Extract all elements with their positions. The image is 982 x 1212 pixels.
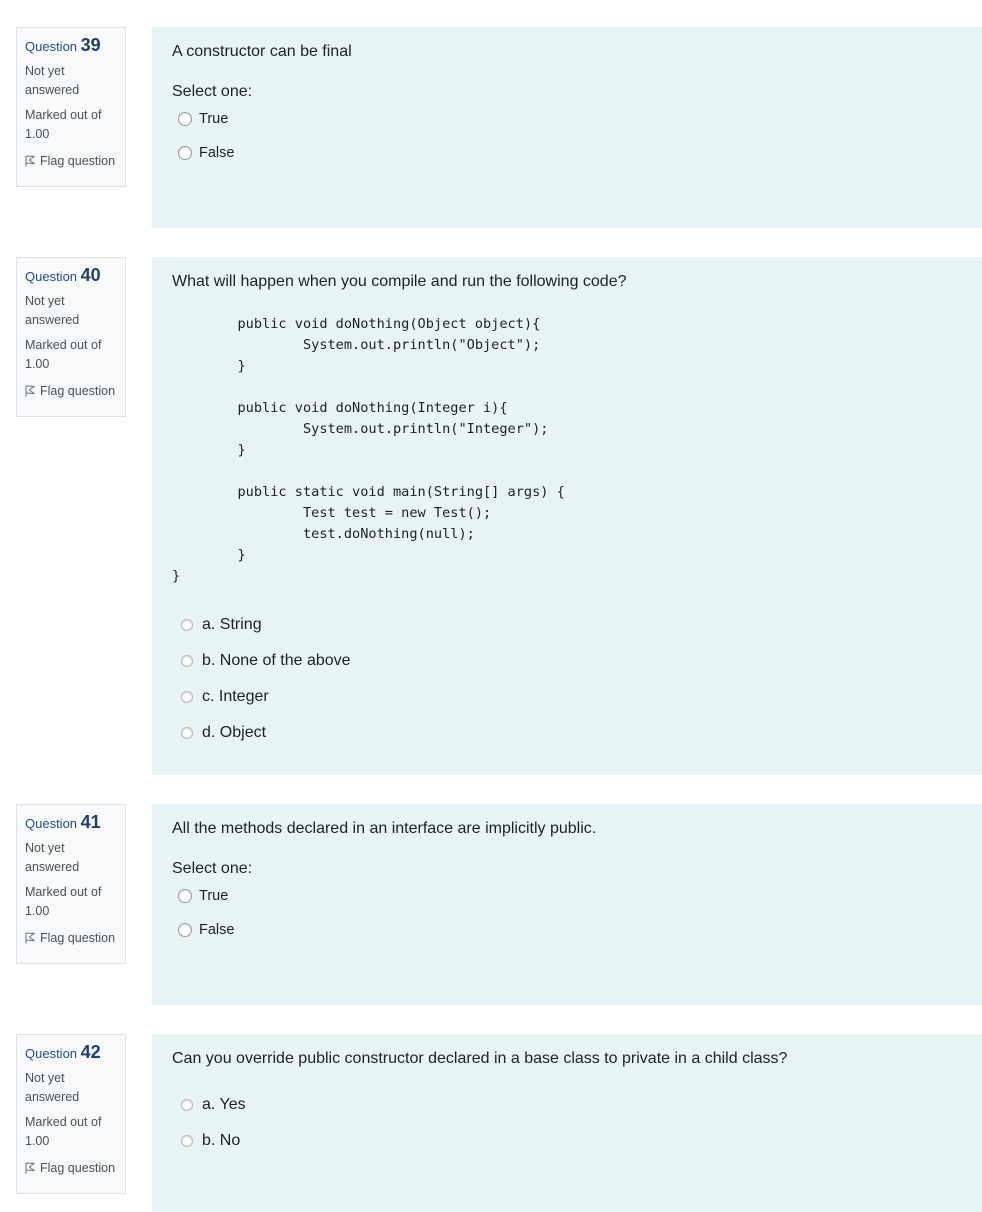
question-grade: Marked out of 1.00 <box>25 885 102 918</box>
question-content-41: All the methods declared in an interface… <box>152 804 982 1005</box>
flag-question-label: Flag question <box>40 154 116 168</box>
question-label: Question <box>25 816 78 831</box>
question-text: What will happen when you compile and ru… <box>172 273 627 290</box>
question-info-40: Question 40 Not yet answered Marked out … <box>16 257 126 417</box>
radio-button[interactable] <box>178 112 192 126</box>
answer-option-false[interactable]: False <box>172 913 962 947</box>
question-grade: Marked out of 1.00 <box>25 108 102 141</box>
question-text: All the methods declared in an interface… <box>172 820 597 837</box>
option-label: b. None of the above <box>202 652 351 669</box>
flag-question-button[interactable]: Flag question <box>25 382 117 400</box>
flag-icon <box>25 155 35 167</box>
question-state: Not yet answered <box>25 294 80 327</box>
radio-button[interactable] <box>181 691 193 703</box>
question-label: Question <box>25 39 78 54</box>
question-number-value: 40 <box>80 265 101 285</box>
question-number: Question 42 <box>25 1043 117 1063</box>
option-label: True <box>199 111 229 127</box>
radio-button[interactable] <box>178 923 192 937</box>
option-label: a. String <box>202 616 262 633</box>
question-content-42: Can you override public constructor decl… <box>152 1034 982 1212</box>
radio-button[interactable] <box>181 1099 193 1111</box>
flag-question-label: Flag question <box>40 384 116 398</box>
question-grade: Marked out of 1.00 <box>25 338 102 371</box>
flag-icon <box>25 932 35 944</box>
question-text: A constructor can be final <box>172 43 352 60</box>
answer-option-a[interactable]: a. String <box>172 607 962 643</box>
question-info-39: Question 39 Not yet answered Marked out … <box>16 27 126 187</box>
flag-question-button[interactable]: Flag question <box>25 152 117 170</box>
flag-icon <box>25 1162 35 1174</box>
flag-question-label: Flag question <box>40 931 116 945</box>
select-one-prompt: Select one: <box>172 83 253 100</box>
radio-button[interactable] <box>181 655 193 667</box>
question-label: Question <box>25 1046 78 1061</box>
answer-option-b[interactable]: b. None of the above <box>172 643 962 679</box>
question-info-42: Question 42 Not yet answered Marked out … <box>16 1034 126 1194</box>
question-state: Not yet answered <box>25 841 80 874</box>
answer-option-a[interactable]: a. Yes <box>172 1087 962 1123</box>
question-number-value: 42 <box>80 1042 101 1062</box>
question-state: Not yet answered <box>25 64 80 97</box>
question-number: Question 39 <box>25 36 117 56</box>
answer-option-false[interactable]: False <box>172 136 962 170</box>
answer-option-b[interactable]: b. No <box>172 1123 962 1159</box>
question-state: Not yet answered <box>25 1071 80 1104</box>
radio-button[interactable] <box>178 146 192 160</box>
radio-button[interactable] <box>181 619 193 631</box>
question-number-value: 41 <box>80 812 101 832</box>
radio-button[interactable] <box>181 727 193 739</box>
option-label: d. Object <box>202 724 267 741</box>
question-info-41: Question 41 Not yet answered Marked out … <box>16 804 126 964</box>
flag-question-label: Flag question <box>40 1161 116 1175</box>
option-label: a. Yes <box>202 1096 246 1113</box>
question-number-value: 39 <box>80 35 101 55</box>
code-snippet: public void doNothing(Object object){ Sy… <box>172 316 565 584</box>
select-one-prompt: Select one: <box>172 860 253 877</box>
flag-question-button[interactable]: Flag question <box>25 929 117 947</box>
answer-option-true[interactable]: True <box>172 102 962 136</box>
option-label: b. No <box>202 1132 241 1149</box>
question-content-40: What will happen when you compile and ru… <box>152 257 982 775</box>
answer-option-d[interactable]: d. Object <box>172 715 962 751</box>
answer-option-true[interactable]: True <box>172 879 962 913</box>
answer-option-c[interactable]: c. Integer <box>172 679 962 715</box>
option-label: False <box>199 922 235 938</box>
flag-icon <box>25 385 35 397</box>
flag-question-button[interactable]: Flag question <box>25 1159 117 1177</box>
option-label: True <box>199 888 229 904</box>
question-content-39: A constructor can be final Select one: T… <box>152 27 982 228</box>
option-label: False <box>199 145 235 161</box>
option-label: c. Integer <box>202 688 269 705</box>
radio-button[interactable] <box>181 1135 193 1147</box>
radio-button[interactable] <box>178 889 192 903</box>
question-number: Question 41 <box>25 813 117 833</box>
question-grade: Marked out of 1.00 <box>25 1115 102 1148</box>
question-label: Question <box>25 269 78 284</box>
question-number: Question 40 <box>25 266 117 286</box>
question-text: Can you override public constructor decl… <box>172 1050 788 1067</box>
